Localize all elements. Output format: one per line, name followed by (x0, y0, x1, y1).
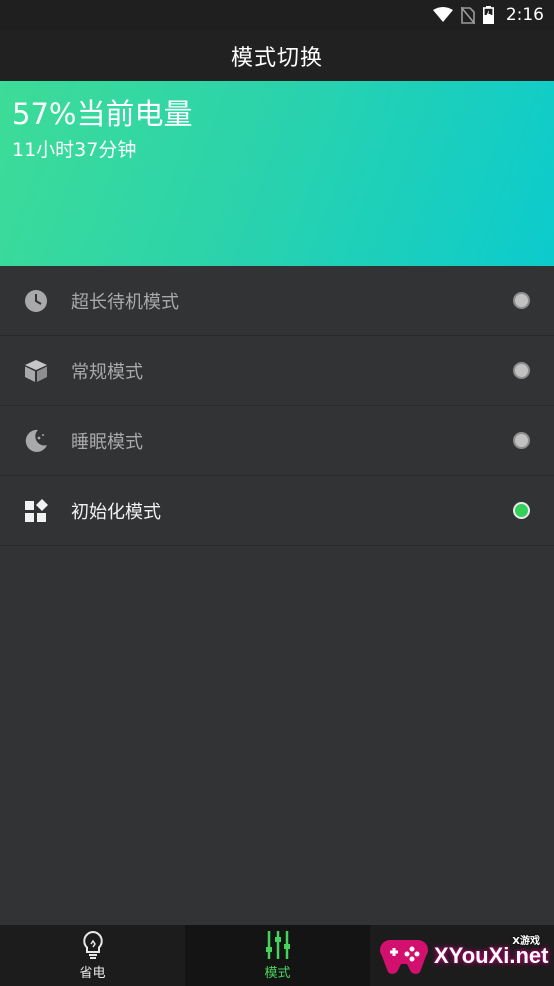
widgets-icon (24, 498, 48, 523)
gamepad-icon (380, 940, 428, 974)
nav-item-save-power[interactable]: 省电 (0, 925, 185, 986)
mode-item-init[interactable]: 初始化模式 (0, 476, 554, 546)
status-time: 2:16 (505, 5, 544, 25)
mode-item-sleep[interactable]: 睡眠模式 (0, 406, 554, 476)
clock-icon (24, 289, 48, 313)
no-sim-icon (460, 6, 475, 24)
lightbulb-icon (82, 930, 103, 959)
nav-label: 模式 (264, 966, 291, 981)
wifi-icon (432, 7, 453, 22)
watermark-small: X游戏 (512, 936, 540, 947)
remaining-time: 11小时37分钟 (12, 139, 137, 161)
nav-label: 省电 (79, 966, 106, 981)
mode-label: 常规模式 (71, 361, 143, 383)
app-bar: 模式切换 (0, 30, 554, 81)
nav-item-mode[interactable]: 模式 (185, 925, 370, 986)
page-title: 模式切换 (230, 45, 323, 71)
mode-label: 睡眠模式 (71, 431, 143, 453)
mode-radio[interactable] (513, 292, 530, 309)
sliders-icon (265, 931, 290, 959)
mode-radio[interactable] (513, 432, 530, 449)
watermark: XYouXi.net X游戏 (380, 926, 554, 986)
mode-item-standby[interactable]: 超长待机模式 (0, 266, 554, 336)
status-bar: 2:16 (0, 0, 554, 30)
mode-label: 初始化模式 (71, 501, 161, 523)
moon-icon (24, 429, 48, 453)
mode-list: 超长待机模式 常规模式 睡眠模式 初始化模式 (0, 266, 554, 546)
mode-radio-selected[interactable] (513, 502, 530, 519)
cube-icon (24, 359, 48, 383)
battery-charging-icon (482, 6, 494, 24)
battery-level: 57%当前电量 (12, 97, 193, 131)
battery-card: 57%当前电量 11小时37分钟 (0, 81, 554, 266)
mode-label: 超长待机模式 (71, 291, 179, 313)
mode-radio[interactable] (513, 362, 530, 379)
mode-item-normal[interactable]: 常规模式 (0, 336, 554, 406)
